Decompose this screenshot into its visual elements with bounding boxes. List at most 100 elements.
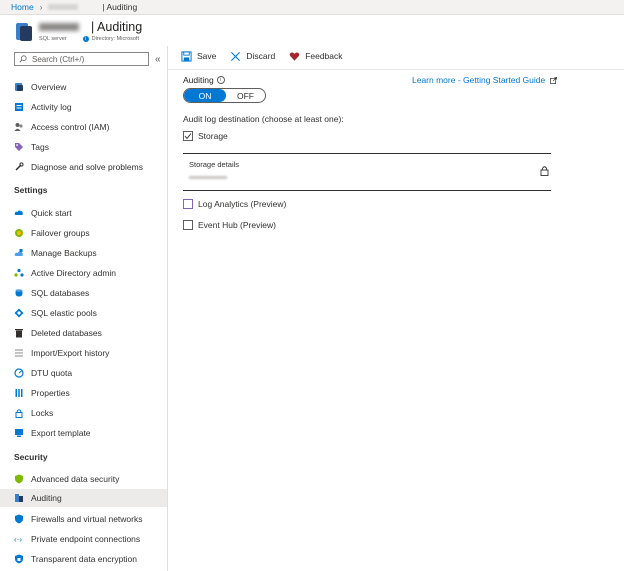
storage-checkbox[interactable] xyxy=(183,131,193,141)
getting-started-link[interactable]: Learn more - Getting Started Guide xyxy=(412,75,558,85)
lock-icon xyxy=(14,408,24,418)
storage-details-value-redacted xyxy=(189,176,227,179)
sidebar-item-auditing[interactable]: Auditing xyxy=(0,489,167,507)
properties-icon xyxy=(14,388,24,398)
sidebar-item-label: SQL elastic pools xyxy=(31,308,97,318)
backup-cloud-icon xyxy=(14,248,24,258)
lock-icon xyxy=(540,166,549,176)
sidebar-item-tags[interactable]: Tags xyxy=(0,138,167,156)
sidebar-item-private-endpoints[interactable]: ‹·› Private endpoint connections xyxy=(0,530,167,548)
sidebar-item-label: Auditing xyxy=(31,493,62,503)
list-icon xyxy=(14,348,24,358)
log-analytics-label: Log Analytics (Preview) xyxy=(198,199,287,209)
discard-button[interactable]: Discard xyxy=(230,51,275,62)
collapse-sidebar-icon[interactable]: « xyxy=(155,54,161,65)
event-hub-checkbox-row[interactable]: Event Hub (Preview) xyxy=(183,220,276,230)
sidebar-item-overview[interactable]: Overview xyxy=(0,78,167,96)
cloud-icon xyxy=(14,208,24,218)
database-icon xyxy=(14,82,24,92)
save-icon xyxy=(181,50,192,62)
heart-icon xyxy=(289,51,300,61)
sidebar-item-access-control[interactable]: Access control (IAM) xyxy=(0,118,167,136)
breadcrumb: Home › | Auditing xyxy=(0,0,624,15)
log-analytics-checkbox-row[interactable]: Log Analytics (Preview) xyxy=(183,199,286,209)
directory-label: Directory: Microsoft xyxy=(91,36,139,42)
encryption-shield-icon xyxy=(14,554,24,564)
sidebar-item-advanced-data-security[interactable]: Advanced data security xyxy=(0,470,167,488)
search-box[interactable] xyxy=(14,52,149,66)
storage-details-panel[interactable]: Storage details xyxy=(183,153,551,191)
tag-icon xyxy=(14,142,24,152)
event-hub-checkbox[interactable] xyxy=(183,220,193,230)
sidebar-item-label: Import/Export history xyxy=(31,348,110,358)
sidebar-item-label: Active Directory admin xyxy=(31,268,117,278)
search-icon xyxy=(19,55,27,63)
storage-details-label: Storage details xyxy=(189,160,240,169)
sidebar-item-export-template[interactable]: Export template xyxy=(0,424,167,442)
auditing-field-label: Auditing i xyxy=(183,75,225,85)
log-analytics-checkbox[interactable] xyxy=(183,199,193,209)
auditing-label-text: Auditing xyxy=(183,75,214,85)
section-security: Security xyxy=(14,452,48,462)
sidebar-item-quick-start[interactable]: Quick start xyxy=(0,204,167,222)
discard-label: Discard xyxy=(246,51,276,61)
sidebar-item-failover-groups[interactable]: Failover groups xyxy=(0,224,167,242)
search-input[interactable] xyxy=(32,54,142,64)
sidebar-item-ad-admin[interactable]: Active Directory admin xyxy=(0,264,167,282)
sidebar-item-label: Activity log xyxy=(31,102,72,112)
sidebar-item-label: Access control (IAM) xyxy=(31,122,110,132)
save-button[interactable]: Save xyxy=(181,50,216,62)
globe-icon xyxy=(14,228,24,238)
sidebar-item-sql-elastic-pools[interactable]: SQL elastic pools xyxy=(0,304,167,322)
breadcrumb-resource-redacted[interactable] xyxy=(48,4,79,10)
sidebar-item-locks[interactable]: Locks xyxy=(0,404,167,422)
section-settings: Settings xyxy=(14,185,48,195)
sidebar-item-label: Transparent data encryption xyxy=(31,554,137,564)
svg-text:‹·›: ‹·› xyxy=(14,535,22,544)
command-bar: Save Discard Feedback xyxy=(181,49,357,63)
sidebar-item-label: DTU quota xyxy=(31,368,73,378)
sidebar-item-diagnose[interactable]: Diagnose and solve problems xyxy=(0,158,167,176)
close-icon xyxy=(231,51,241,61)
sidebar-item-label: Quick start xyxy=(31,208,72,218)
sidebar-item-transparent-encryption[interactable]: Transparent data encryption xyxy=(0,550,167,568)
sidebar-item-label: Diagnose and solve problems xyxy=(31,162,143,172)
sidebar-item-label: Private endpoint connections xyxy=(31,534,141,544)
storage-checkbox-row[interactable]: Storage xyxy=(183,131,228,141)
auditing-toggle[interactable]: ON OFF xyxy=(183,88,266,103)
sidebar-search-row: « xyxy=(14,52,161,66)
sidebar-item-label: Export template xyxy=(31,428,91,438)
sidebar-item-label: Manage Backups xyxy=(31,248,97,258)
sidebar-item-label: Advanced data security xyxy=(31,474,120,484)
quota-icon xyxy=(14,368,24,378)
trash-icon xyxy=(14,328,24,338)
feedback-button[interactable]: Feedback xyxy=(289,51,343,62)
breadcrumb-current: | Auditing xyxy=(102,2,138,12)
endpoint-icon: ‹·› xyxy=(14,534,24,544)
directory-info-icon: i xyxy=(82,36,89,42)
auditing-icon xyxy=(14,493,24,503)
sidebar-item-label: Locks xyxy=(31,408,54,418)
sidebar-item-import-export-history[interactable]: Import/Export history xyxy=(0,344,167,362)
command-bar-divider xyxy=(168,69,624,70)
getting-started-link-text: Learn more - Getting Started Guide xyxy=(412,75,546,85)
destination-label: Audit log destination (choose at least o… xyxy=(183,114,344,124)
sidebar: « Overview Activity log Access control (… xyxy=(0,46,168,571)
breadcrumb-home-link[interactable]: Home xyxy=(11,2,34,12)
sidebar-item-firewalls[interactable]: Firewalls and virtual networks xyxy=(0,510,167,528)
sidebar-item-deleted-databases[interactable]: Deleted databases xyxy=(0,324,167,342)
toggle-on-option[interactable]: ON xyxy=(184,89,226,102)
info-icon[interactable]: i xyxy=(216,76,225,84)
sidebar-item-label: Firewalls and virtual networks xyxy=(31,514,143,524)
feedback-label: Feedback xyxy=(305,51,343,61)
sidebar-item-activity-log[interactable]: Activity log xyxy=(0,98,167,116)
sidebar-item-label: Properties xyxy=(31,388,70,398)
resource-name-redacted xyxy=(39,23,79,31)
sidebar-item-sql-databases[interactable]: SQL databases xyxy=(0,284,167,302)
resource-type: SQL server xyxy=(39,36,67,42)
sidebar-item-manage-backups[interactable]: Manage Backups xyxy=(0,244,167,262)
toggle-off-option[interactable]: OFF xyxy=(226,89,265,102)
people-icon xyxy=(14,122,24,132)
sidebar-item-dtu-quota[interactable]: DTU quota xyxy=(0,364,167,382)
sidebar-item-properties[interactable]: Properties xyxy=(0,384,167,402)
